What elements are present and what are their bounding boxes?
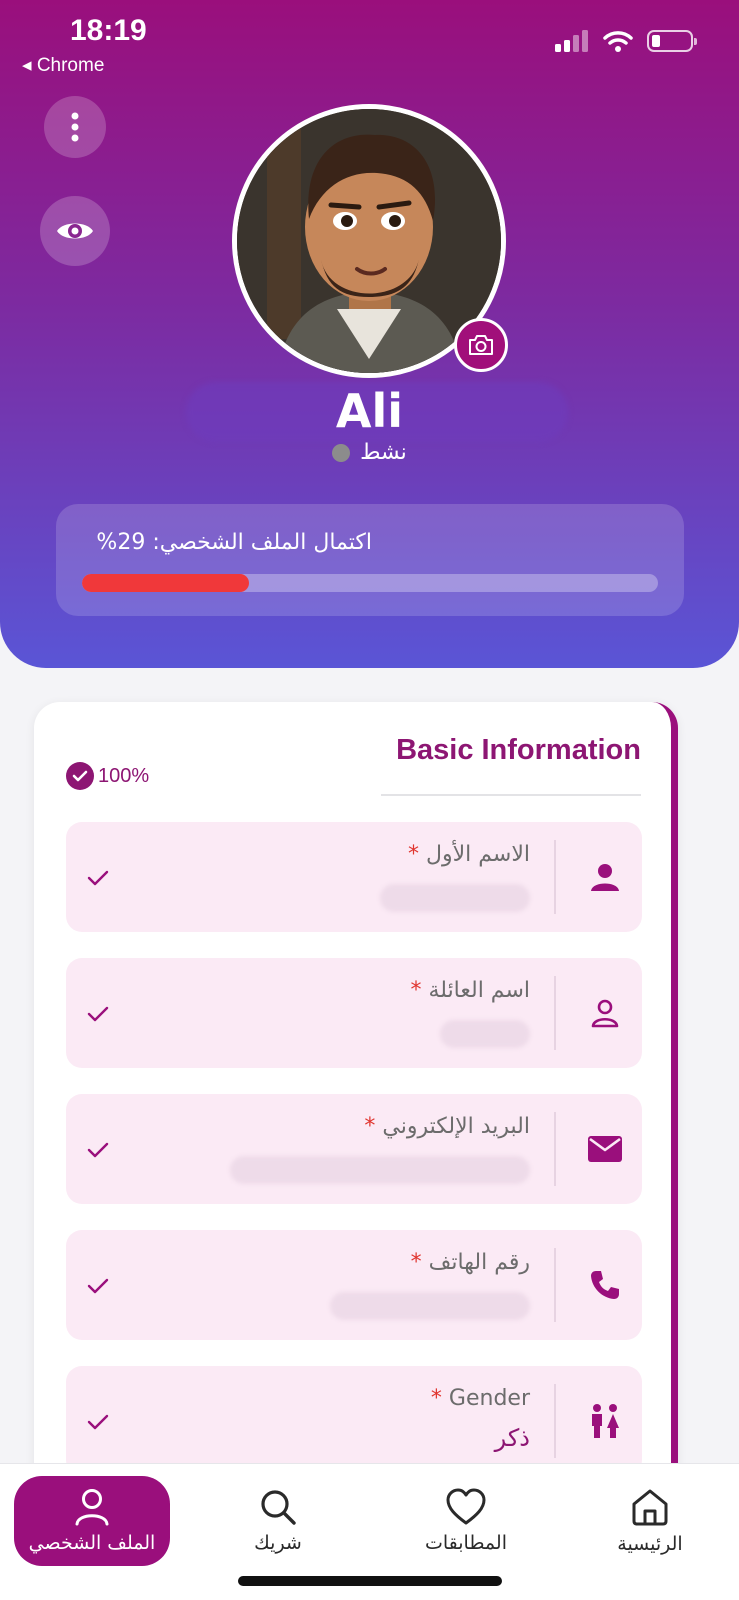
email-field[interactable]: البريد الإلكتروني * xyxy=(66,1094,642,1204)
battery-icon xyxy=(647,30,697,52)
home-indicator xyxy=(238,1576,502,1586)
profile-completion-card: اكتمال الملف الشخصي: 29% xyxy=(56,504,684,616)
status-dot-icon xyxy=(332,443,351,462)
profile-completion-bar xyxy=(82,574,658,592)
first-name-field[interactable]: الاسم الأول * xyxy=(66,822,642,932)
check-icon xyxy=(84,1272,112,1300)
field-label: البريد الإلكتروني * xyxy=(364,1114,530,1139)
field-divider xyxy=(554,1112,556,1186)
eye-icon xyxy=(57,223,93,239)
profile-completion-label: اكتمال الملف الشخصي: 29% xyxy=(96,530,372,555)
nav-home[interactable]: الرئيسية xyxy=(572,1476,728,1566)
field-label: رقم الهاتف * xyxy=(410,1250,530,1275)
menu-button[interactable] xyxy=(44,96,106,158)
section-completion-value: 100% xyxy=(98,764,150,787)
nav-matches[interactable]: المطابقات xyxy=(388,1476,544,1566)
field-divider xyxy=(554,1248,556,1322)
redacted-value xyxy=(440,1020,530,1048)
camera-icon xyxy=(469,335,493,355)
status-time: 18:19 xyxy=(70,14,147,47)
search-icon xyxy=(261,1490,296,1525)
last-name-field[interactable]: اسم العائلة * xyxy=(66,958,642,1068)
field-divider xyxy=(554,840,556,914)
gender-icon xyxy=(586,1402,624,1440)
user-filled-icon xyxy=(586,858,624,896)
title-divider xyxy=(381,794,641,796)
user-outline-icon xyxy=(586,994,624,1032)
preview-profile-button[interactable] xyxy=(40,196,110,266)
section-title: Basic Information xyxy=(396,734,641,766)
section-completion: 100% xyxy=(66,762,149,790)
check-icon xyxy=(84,1000,112,1028)
check-circle-icon xyxy=(66,762,94,790)
field-label: Gender * xyxy=(430,1386,530,1411)
online-status: نشط xyxy=(0,440,739,465)
redacted-value xyxy=(380,884,530,912)
mail-icon xyxy=(586,1130,624,1168)
status-icons xyxy=(555,30,697,52)
profile-completion-fill xyxy=(82,574,250,592)
redacted-value xyxy=(230,1156,530,1184)
more-vertical-icon xyxy=(71,112,79,142)
home-icon xyxy=(632,1489,668,1526)
field-divider xyxy=(554,976,556,1050)
gender-value: ذكر xyxy=(494,1424,530,1452)
back-to-chrome-link[interactable]: ◂ Chrome xyxy=(22,54,104,77)
check-icon xyxy=(84,1136,112,1164)
cellular-signal-icon xyxy=(555,30,588,52)
check-icon xyxy=(84,864,112,892)
nav-profile-label: الملف الشخصي xyxy=(28,1532,156,1554)
check-icon xyxy=(84,1408,112,1436)
status-text: نشط xyxy=(360,440,407,465)
nav-matches-label: المطابقات xyxy=(424,1532,507,1554)
heart-icon xyxy=(446,1488,486,1525)
gender-field[interactable]: Gender * ذكر xyxy=(66,1366,642,1476)
nav-partner[interactable]: شريك xyxy=(200,1476,356,1566)
field-label: اسم العائلة * xyxy=(410,978,530,1003)
phone-icon xyxy=(586,1266,624,1304)
change-photo-button[interactable] xyxy=(454,318,508,372)
field-label: الاسم الأول * xyxy=(408,842,530,867)
field-divider xyxy=(554,1384,556,1458)
profile-icon xyxy=(75,1489,109,1526)
profile-header: 18:19 ◂ Chrome Ali نشط اكتمال الملف الشخ… xyxy=(0,0,739,668)
phone-field[interactable]: رقم الهاتف * xyxy=(66,1230,642,1340)
nav-profile[interactable]: الملف الشخصي xyxy=(14,1476,170,1566)
redacted-value xyxy=(330,1292,530,1320)
nav-home-label: الرئيسية xyxy=(617,1533,683,1555)
user-name: Ali xyxy=(335,384,404,438)
wifi-icon xyxy=(603,31,633,52)
nav-partner-label: شريك xyxy=(254,1532,302,1554)
